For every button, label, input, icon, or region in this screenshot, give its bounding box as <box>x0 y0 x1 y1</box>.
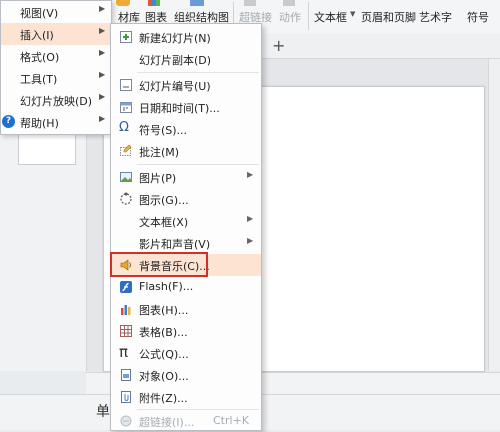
action-button[interactable]: 动作 <box>279 9 301 25</box>
submenu-item-label: Flash(F)... <box>139 280 194 293</box>
submenu-arrow-icon: ▶ <box>247 236 254 245</box>
submenu-item-slide-number[interactable]: 幻灯片编号(U) <box>111 74 261 96</box>
ribbon-separator <box>308 2 309 30</box>
submenu-arrow-icon: ▶ <box>99 4 106 13</box>
omega-symbol-icon: Ω <box>119 120 129 135</box>
submenu-item-textbox[interactable]: 文本框(X) ▶ <box>111 210 261 232</box>
submenu-arrow-icon: ▶ <box>247 170 254 179</box>
menu-item-label: 格式(O) <box>20 51 60 64</box>
submenu-item-label: 附件(Z)... <box>139 392 188 405</box>
menu-item-slideshow[interactable]: 幻灯片放映(D) ▶ <box>1 89 111 111</box>
submenu-arrow-icon: ▶ <box>99 92 106 101</box>
highlight-callout-box <box>110 252 208 277</box>
comment-icon <box>120 144 132 156</box>
table-icon <box>120 325 132 337</box>
pi-formula-icon: π <box>119 343 129 361</box>
menu-item-tools[interactable]: 工具(T) ▶ <box>1 67 111 89</box>
symbol-button[interactable]: 符号 <box>467 9 489 25</box>
submenu-item-comment[interactable]: 批注(M) <box>111 140 261 162</box>
shortcut-label: Ctrl+K <box>213 414 250 427</box>
action-icon <box>283 0 295 6</box>
menu-item-label: 帮助(H) <box>20 117 59 130</box>
picture-icon <box>120 172 132 182</box>
submenu-item-label: 影片和声音(V) <box>139 238 211 251</box>
header-footer-button[interactable]: 页眉和页脚 <box>361 9 416 25</box>
menu-item-view[interactable]: 视图(V) ▶ <box>1 1 111 23</box>
main-menu: 视图(V) ▶ 插入(I) ▶ 格式(O) ▶ 工具(T) ▶ 幻灯片放映(D)… <box>0 0 112 135</box>
submenu-item-diagram[interactable]: 图示(G)... <box>111 188 261 210</box>
submenu-item-label: 日期和时间(T)... <box>139 102 220 115</box>
menu-item-insert[interactable]: 插入(I) ▶ <box>1 23 111 45</box>
new-slide-icon <box>120 31 132 43</box>
submenu-item-label: 图表(H)... <box>139 304 189 317</box>
submenu-item-label: 幻灯片副本(D) <box>139 54 212 67</box>
flash-icon <box>120 281 132 293</box>
submenu-item-flash[interactable]: Flash(F)... <box>111 276 261 298</box>
vertical-scrollbar[interactable] <box>488 59 500 371</box>
hyperlink-icon <box>120 415 132 427</box>
submenu-item-table[interactable]: 表格(B)... <box>111 320 261 342</box>
menu-separator <box>137 72 259 73</box>
textbox-button[interactable]: 文本框 <box>314 9 347 25</box>
chart-icon <box>148 0 160 6</box>
menu-item-format[interactable]: 格式(O) ▶ <box>1 45 111 67</box>
menu-item-label: 工具(T) <box>20 73 58 86</box>
menu-item-label: 幻灯片放映(D) <box>20 95 93 108</box>
attachment-icon <box>121 391 131 403</box>
submenu-item-label: 符号(S)... <box>139 124 188 137</box>
submenu-item-attachment[interactable]: 附件(Z)... <box>111 386 261 408</box>
submenu-item-movie-sound[interactable]: 影片和声音(V) ▶ <box>111 232 261 254</box>
submenu-item-label: 幻灯片编号(U) <box>139 80 211 93</box>
menu-separator <box>137 164 259 165</box>
submenu-item-object[interactable]: 对象(O)... <box>111 364 261 386</box>
submenu-arrow-icon: ▶ <box>99 26 106 35</box>
submenu-item-chart[interactable]: 图表(H)... <box>111 298 261 320</box>
add-tab-icon[interactable]: + <box>272 36 285 55</box>
diagram-icon <box>120 192 132 205</box>
submenu-item-label: 图示(G)... <box>139 194 189 207</box>
hyperlink-icon <box>244 0 256 6</box>
submenu-arrow-icon: ▶ <box>99 48 106 57</box>
wordart-button[interactable]: 艺术字 <box>419 9 452 25</box>
org-chart-icon <box>190 0 204 6</box>
calendar-icon <box>120 102 132 113</box>
submenu-item-label: 图片(P) <box>139 172 177 185</box>
submenu-item-label: 批注(M) <box>139 146 180 159</box>
submenu-item-label: 文本框(X) <box>139 216 189 229</box>
submenu-item-label: 公式(Q)... <box>139 348 189 361</box>
help-icon: ? <box>2 115 15 128</box>
material-library-icon <box>116 0 130 6</box>
status-text: 单 <box>96 404 110 420</box>
submenu-item-date-time[interactable]: 日期和时间(T)... <box>111 96 261 118</box>
submenu-item-formula[interactable]: π 公式(Q)... <box>111 342 261 364</box>
submenu-arrow-icon: ▶ <box>99 114 106 123</box>
submenu-item-symbol[interactable]: Ω 符号(S)... <box>111 118 261 140</box>
menu-item-label: 视图(V) <box>20 7 59 20</box>
slide-number-icon <box>120 79 132 91</box>
object-icon <box>121 369 131 381</box>
submenu-arrow-icon: ▶ <box>247 214 254 223</box>
insert-submenu: 新建幻灯片(N) 幻灯片副本(D) 幻灯片编号(U) 日期和时间(T)... Ω… <box>110 23 262 431</box>
menu-item-help[interactable]: ? 帮助(H) ▶ <box>1 111 111 133</box>
menu-item-label: 插入(I) <box>20 29 54 42</box>
submenu-item-label: 超链接(I)... <box>139 416 195 429</box>
submenu-item-label: 新建幻灯片(N) <box>139 32 211 45</box>
submenu-item-duplicate-slide[interactable]: 幻灯片副本(D) <box>111 48 261 70</box>
submenu-arrow-icon: ▶ <box>99 70 106 79</box>
submenu-item-new-slide[interactable]: 新建幻灯片(N) <box>111 26 261 48</box>
submenu-item-picture[interactable]: 图片(P) ▶ <box>111 166 261 188</box>
submenu-item-label: 对象(O)... <box>139 370 189 383</box>
submenu-item-label: 表格(B)... <box>139 326 188 339</box>
bar-chart-icon <box>121 305 131 315</box>
textbox-dropdown-icon[interactable]: ▼ <box>350 10 355 18</box>
